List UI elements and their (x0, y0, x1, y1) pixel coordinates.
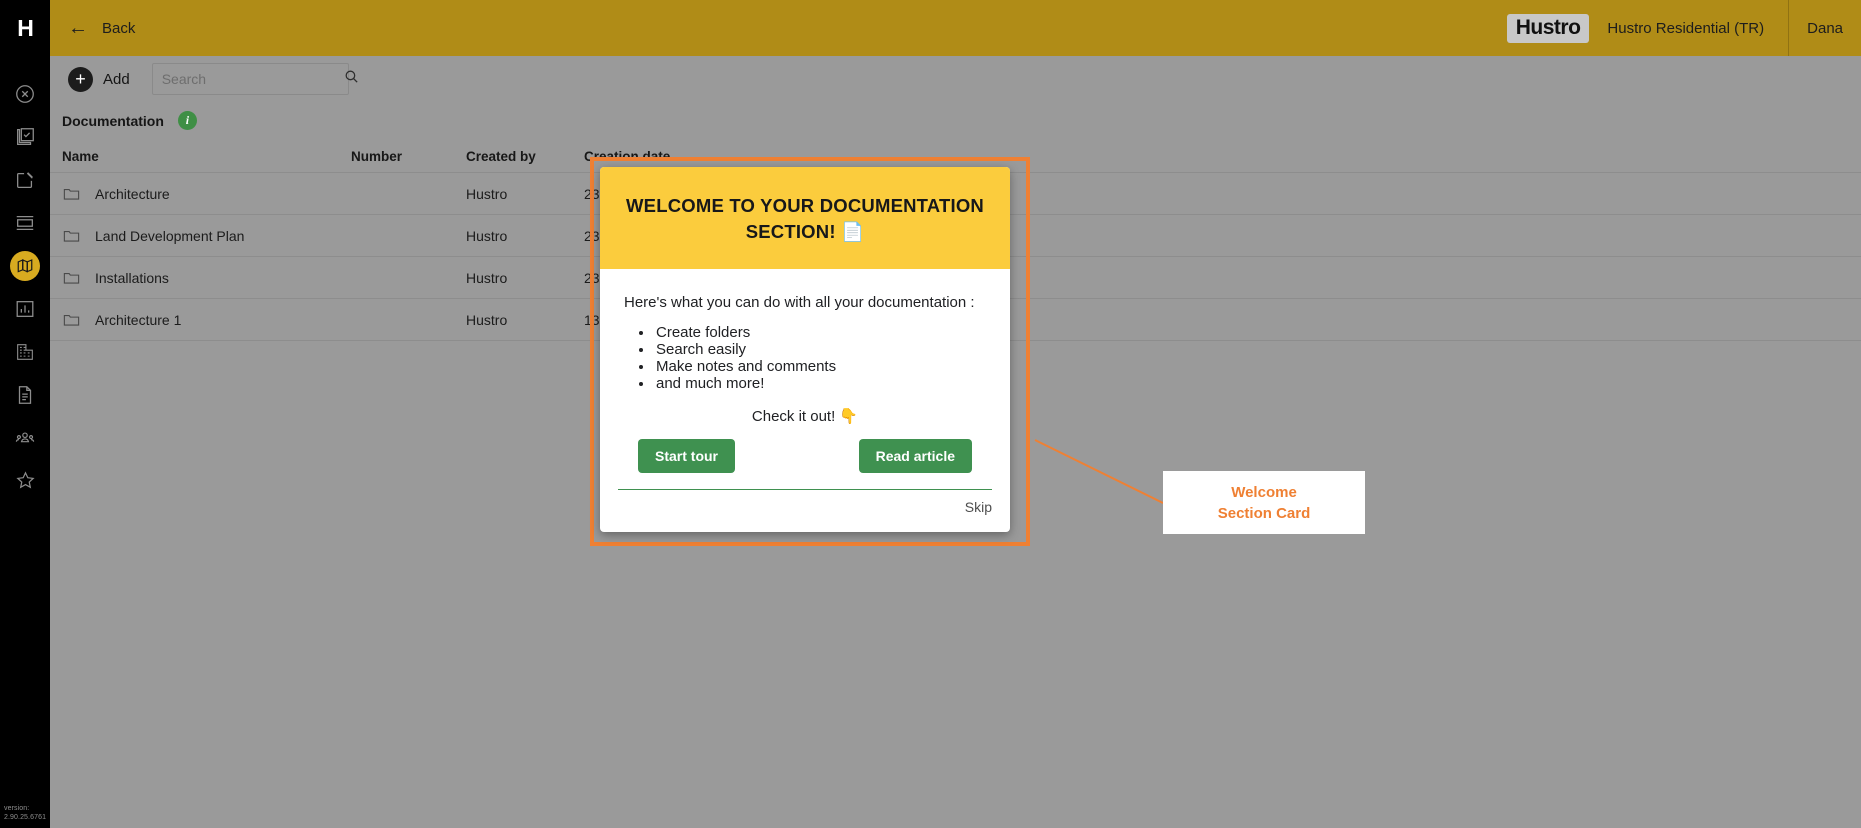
app-logo[interactable]: H (0, 0, 50, 56)
list-item: Create folders (654, 324, 986, 341)
back-label: Back (102, 20, 135, 37)
top-bar: ← Back Hustro Hustro Residential (TR) Da… (50, 0, 1861, 56)
search-icon[interactable] (343, 68, 360, 90)
list-item: Make notes and comments (654, 358, 986, 375)
column-header-number[interactable]: Number (351, 149, 466, 164)
add-button[interactable]: + Add (68, 67, 130, 92)
search-box[interactable] (152, 63, 349, 95)
app-root: H (0, 0, 1861, 828)
row-name-cell[interactable]: Land Development Plan (62, 226, 351, 245)
modal-actions: Start tour Read article (600, 425, 1010, 473)
folder-icon (62, 268, 81, 287)
sidebar-item-favourites[interactable] (0, 459, 50, 502)
row-name-label: Installations (95, 270, 169, 286)
info-icon[interactable]: i (178, 111, 197, 130)
plus-icon: + (68, 67, 93, 92)
row-name-label: Land Development Plan (95, 228, 244, 244)
row-name-cell[interactable]: Architecture (62, 184, 351, 203)
annotation-line-1: Welcome (1231, 482, 1297, 503)
column-header-creation-date[interactable]: Creation date (584, 149, 844, 164)
annotation-line-2: Section Card (1218, 503, 1311, 524)
modal-intro-text: Here's what you can do with all your doc… (624, 293, 986, 313)
folder-icon (62, 226, 81, 245)
row-name-label: Architecture 1 (95, 312, 181, 328)
modal-header: WELCOME TO YOUR DOCUMENTATION SECTION! 📄 (600, 167, 1010, 269)
chart-icon (14, 298, 36, 320)
add-button-label: Add (103, 71, 130, 88)
app-version: version: 2.90.25.6761 (4, 804, 46, 822)
folder-icon (62, 184, 81, 203)
sidebar-item-reports[interactable] (0, 287, 50, 330)
sidebar-item-panels[interactable] (0, 201, 50, 244)
building-icon (14, 341, 36, 363)
arrow-left-icon: ← (68, 18, 88, 38)
modal-body: Here's what you can do with all your doc… (600, 269, 1010, 425)
map-icon (10, 251, 40, 281)
list-item: Search easily (654, 341, 986, 358)
modal-footer: Skip (618, 489, 992, 517)
row-name-label: Architecture (95, 186, 170, 202)
version-value: 2.90.25.6761 (4, 813, 46, 822)
folder-icon (62, 310, 81, 329)
start-tour-button[interactable]: Start tour (638, 439, 735, 473)
version-label: version: (4, 804, 46, 813)
sidebar-item-notes[interactable] (0, 158, 50, 201)
close-circle-icon (14, 83, 36, 105)
modal-feature-list: Create folders Search easily Make notes … (654, 324, 986, 392)
search-input[interactable] (162, 71, 343, 87)
list-item: and much more! (654, 375, 986, 392)
user-menu[interactable]: Dana (1789, 20, 1861, 37)
read-article-button[interactable]: Read article (859, 439, 972, 473)
back-button[interactable]: ← Back (68, 18, 135, 38)
row-name-cell[interactable]: Architecture 1 (62, 310, 351, 329)
column-header-created-by[interactable]: Created by (466, 149, 584, 164)
left-rail: H (0, 0, 50, 828)
modal-title: WELCOME TO YOUR DOCUMENTATION SECTION! 📄 (624, 193, 986, 245)
edit-note-icon (14, 169, 36, 191)
modal-check-it-out-text: Check it out! 👇 (624, 407, 986, 425)
sidebar-item-buildings[interactable] (0, 330, 50, 373)
skip-link[interactable]: Skip (965, 499, 992, 515)
rail-item-list (0, 72, 50, 502)
content-toolbar: + Add (50, 56, 1861, 102)
sidebar-item-close[interactable] (0, 72, 50, 115)
sidebar-item-people[interactable] (0, 416, 50, 459)
row-created-by-cell: Hustro (466, 312, 584, 328)
sidebar-item-tasks[interactable] (0, 115, 50, 158)
row-created-by-cell: Hustro (466, 270, 584, 286)
row-created-by-cell: Hustro (466, 228, 584, 244)
people-icon (14, 427, 36, 449)
annotation-card: Welcome Section Card (1163, 471, 1365, 534)
top-bar-right: Hustro Hustro Residential (TR) Dana (1507, 0, 1861, 56)
brand-logo: Hustro (1507, 14, 1590, 43)
sidebar-item-documentation[interactable] (0, 373, 50, 416)
panels-icon (14, 212, 36, 234)
page-title: Documentation (62, 113, 164, 129)
column-header-name[interactable]: Name (62, 149, 351, 164)
star-icon (14, 469, 37, 492)
welcome-modal: WELCOME TO YOUR DOCUMENTATION SECTION! 📄… (600, 167, 1010, 532)
row-name-cell[interactable]: Installations (62, 268, 351, 287)
organisation-name[interactable]: Hustro Residential (TR) (1607, 20, 1764, 37)
sidebar-item-map[interactable] (0, 244, 50, 287)
section-header: Documentation i (50, 102, 1861, 141)
document-icon (14, 384, 36, 406)
tasks-icon (14, 126, 36, 148)
row-created-by-cell: Hustro (466, 186, 584, 202)
